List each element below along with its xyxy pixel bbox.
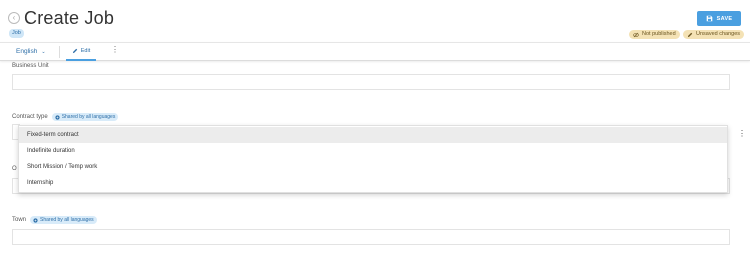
pencil-icon xyxy=(72,48,77,54)
business-unit-input[interactable] xyxy=(12,74,730,90)
back-arrow-icon[interactable]: ‹ xyxy=(8,12,20,24)
type-badge: Job xyxy=(9,29,24,38)
tab-edit[interactable]: Edit xyxy=(66,43,96,61)
language-select[interactable]: English ⌄ xyxy=(16,48,46,55)
shared-badge: Shared by all languages xyxy=(51,113,119,121)
not-published-badge: Not published xyxy=(629,30,680,39)
town-label: Town Shared by all languages xyxy=(12,216,97,224)
not-published-label: Not published xyxy=(642,31,676,37)
save-label: SAVE xyxy=(716,15,733,22)
dropdown-option-indefinite[interactable]: Indefinite duration xyxy=(19,143,727,159)
language-label: English xyxy=(16,48,38,55)
town-input[interactable] xyxy=(12,229,730,245)
shared-icon xyxy=(33,217,38,223)
business-unit-label: Business Unit xyxy=(12,63,49,69)
tab-edit-label: Edit xyxy=(80,48,91,54)
pencil-icon xyxy=(687,32,693,37)
save-icon xyxy=(706,15,712,22)
contract-type-dropdown: Fixed-term contract Indefinite duration … xyxy=(18,125,728,193)
contract-type-label: Contract type Shared by all languages xyxy=(12,113,119,121)
shared-badge-label: Shared by all languages xyxy=(40,217,94,223)
save-button[interactable]: SAVE xyxy=(697,11,741,26)
toolbar: English ⌄ Edit ⋮ xyxy=(0,42,750,61)
unsaved-changes-badge: Unsaved changes xyxy=(683,30,745,39)
eye-slash-icon xyxy=(633,32,639,37)
unsaved-changes-label: Unsaved changes xyxy=(696,31,741,37)
contract-type-label-text: Contract type xyxy=(12,114,48,120)
page-title: Create Job xyxy=(24,8,115,28)
business-unit-label-text: Business Unit xyxy=(12,63,49,69)
dropdown-option-internship[interactable]: Internship xyxy=(19,175,727,191)
shared-badge-label: Shared by all languages xyxy=(61,114,116,120)
partially-hidden-label: O xyxy=(12,166,17,172)
shared-badge: Shared by all languages xyxy=(30,216,97,224)
chevron-down-icon: ⌄ xyxy=(41,48,46,55)
dropdown-option-fixed-term[interactable]: Fixed-term contract xyxy=(19,127,727,143)
contract-type-more-icon[interactable]: ⋮ xyxy=(738,130,746,138)
shared-icon xyxy=(55,114,60,120)
more-options-icon[interactable]: ⋮ xyxy=(111,46,119,54)
dropdown-option-short-mission[interactable]: Short Mission / Temp work xyxy=(19,159,727,175)
toolbar-divider xyxy=(59,46,60,58)
town-label-text: Town xyxy=(12,217,27,223)
page-header: ‹ Create Job Job SAVE Not published Unsa… xyxy=(0,0,750,42)
